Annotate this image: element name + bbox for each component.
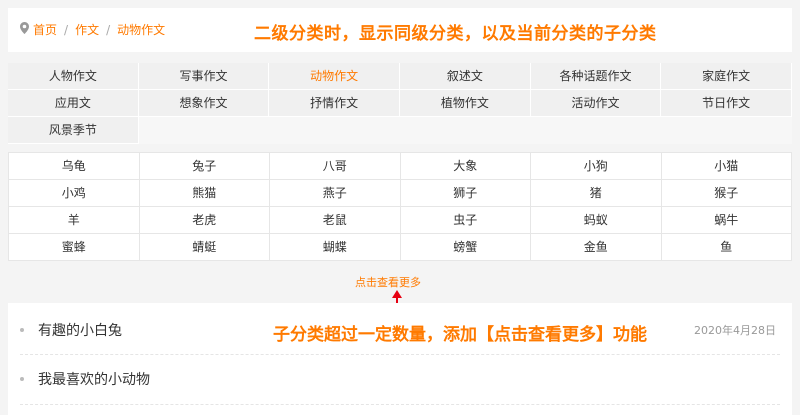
category-item[interactable]: 人物作文 <box>8 63 139 90</box>
article-title[interactable]: 我最喜欢的小动物 <box>38 369 150 389</box>
subcategory-item[interactable]: 八哥 <box>270 153 401 180</box>
category-item[interactable]: 家庭作文 <box>661 63 792 90</box>
category-grid: 人物作文 写事作文 动物作文 叙述文 各种话题作文 家庭作文应用文 想象作文 抒情作文 植物作文… <box>8 63 792 144</box>
category-item[interactable]: 各种话题作文 <box>530 63 662 90</box>
subcategory-item[interactable]: 蚂蚁 <box>531 207 662 234</box>
subcategory-item[interactable]: 虫子 <box>400 207 531 234</box>
subcategory-item[interactable]: 鱼 <box>661 234 792 261</box>
subcategory-item[interactable]: 狮子 <box>400 180 531 207</box>
category-item[interactable]: 叙述文 <box>400 63 531 90</box>
breadcrumb: 首页 / 作文 / 动物作文 <box>20 21 165 38</box>
subcategory-item[interactable]: 老鼠 <box>270 207 401 234</box>
category-item[interactable]: 写事作文 <box>138 63 270 90</box>
article-list: 有趣的小白兔 子分类超过一定数量，添加【点击查看更多】功能 2020年4月28日… <box>8 303 792 415</box>
category-item[interactable]: 风景季节 <box>8 117 139 144</box>
subcategory-item[interactable]: 羊 <box>9 207 140 234</box>
breadcrumb-bar: 首页 / 作文 / 动物作文 二级分类时，显示同级分类，以及当前分类的子分类 <box>8 8 792 52</box>
subcategory-item[interactable]: 蜻蜓 <box>139 234 270 261</box>
subcategory-item[interactable]: 兔子 <box>139 153 270 180</box>
category-item[interactable]: 动物作文 <box>269 63 400 90</box>
category-item[interactable]: 活动作文 <box>530 90 662 117</box>
annotation-top: 二级分类时，显示同级分类，以及当前分类的子分类 <box>254 24 657 44</box>
list-item[interactable]: 我最喜欢的小动物 <box>20 369 150 389</box>
subcategory-item[interactable]: 蜜蜂 <box>9 234 140 261</box>
show-more-link[interactable]: 点击查看更多 <box>355 274 421 290</box>
category-item[interactable]: 植物作文 <box>400 90 531 117</box>
breadcrumb-separator: / <box>64 22 69 37</box>
subcategory-item[interactable]: 乌龟 <box>9 153 140 180</box>
list-item[interactable]: 有趣的小白兔 <box>20 320 122 340</box>
divider <box>20 354 780 355</box>
subcategory-item[interactable]: 金鱼 <box>531 234 662 261</box>
bullet-icon <box>20 377 24 381</box>
subcategory-grid: 乌龟 兔子 八哥 大象 小狗 小猫小鸡 熊猫 燕子 狮子猪猴子羊老虎 老鼠 虫子 蚂蚁 蜗牛蜜蜂 蜻蜓 蝴蝶… <box>8 152 792 261</box>
breadcrumb-essay[interactable]: 作文 <box>75 21 99 38</box>
subcategory-item[interactable]: 猴子 <box>661 180 792 207</box>
divider <box>20 404 780 405</box>
subcategory-item[interactable]: 大象 <box>400 153 531 180</box>
category-item[interactable]: 应用文 <box>8 90 139 117</box>
subcategory-item[interactable]: 小猫 <box>661 153 792 180</box>
subcategory-item[interactable]: 猪 <box>531 180 662 207</box>
subcategory-item[interactable]: 小狗 <box>531 153 662 180</box>
subcategory-item[interactable]: 老虎 <box>139 207 270 234</box>
category-item[interactable]: 节日作文 <box>661 90 792 117</box>
category-item[interactable]: 抒情作文 <box>269 90 400 117</box>
category-item[interactable]: 想象作文 <box>138 90 270 117</box>
article-date: 2020年4月28日 <box>694 324 776 337</box>
bullet-icon <box>20 328 24 332</box>
breadcrumb-home[interactable]: 首页 <box>33 21 57 38</box>
subcategory-item[interactable]: 燕子 <box>270 180 401 207</box>
subcategory-item[interactable]: 小鸡 <box>9 180 140 207</box>
subcategory-item[interactable]: 熊猫 <box>139 180 270 207</box>
subcategory-item[interactable]: 蜗牛 <box>661 207 792 234</box>
subcategory-item[interactable]: 蝴蝶 <box>270 234 401 261</box>
article-title[interactable]: 有趣的小白兔 <box>38 320 122 340</box>
breadcrumb-separator: / <box>106 22 111 37</box>
breadcrumb-current[interactable]: 动物作文 <box>117 21 165 38</box>
annotation-bottom: 子分类超过一定数量，添加【点击查看更多】功能 <box>273 325 647 345</box>
location-pin-icon <box>20 22 29 37</box>
subcategory-item[interactable]: 螃蟹 <box>400 234 531 261</box>
